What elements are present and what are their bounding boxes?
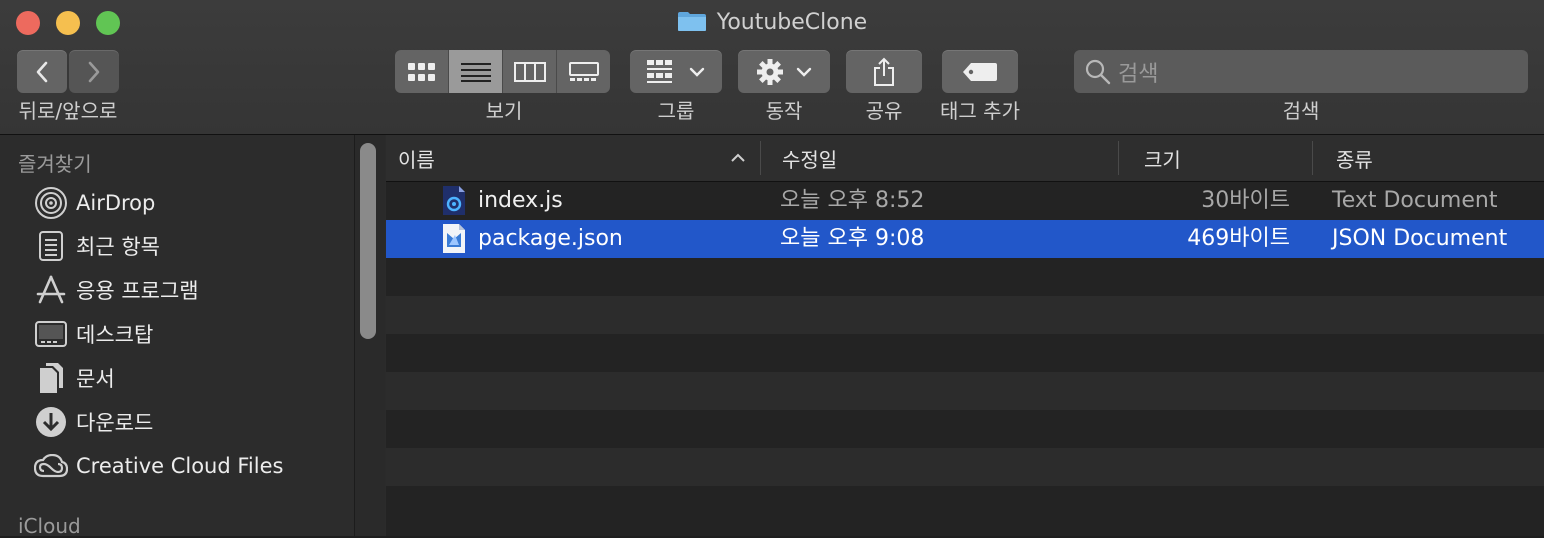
chevron-left-icon <box>36 61 48 82</box>
share-label: 공유 <box>865 99 903 123</box>
sidebar-item-recents[interactable]: 최근 항목 <box>34 228 160 264</box>
list-icon <box>460 62 491 82</box>
window-title-text: YoutubeClone <box>716 10 868 35</box>
file-kind: JSON Document <box>1332 226 1508 251</box>
column-separator[interactable] <box>760 141 761 175</box>
add-tag-button[interactable] <box>942 50 1018 93</box>
file-size: 30바이트 <box>1201 188 1290 213</box>
empty-row <box>386 486 1544 524</box>
view-segmented-control <box>395 50 610 93</box>
empty-row <box>386 334 1544 372</box>
file-kind: Text Document <box>1332 188 1498 213</box>
file-row-package-json[interactable]: package.json 오늘 오후 9:08 469바이트 JSON Docu… <box>386 220 1544 258</box>
sidebar-item-label: 최근 항목 <box>76 235 160 259</box>
sidebar-section-icloud: iCloud <box>18 514 81 538</box>
file-size: 469바이트 <box>1187 226 1290 251</box>
search-icon <box>1085 59 1111 84</box>
chevron-right-icon <box>88 61 100 82</box>
share-button[interactable] <box>846 50 922 93</box>
tag-icon <box>963 62 997 81</box>
column-header-date[interactable]: 수정일 <box>782 135 837 181</box>
view-label: 보기 <box>485 99 523 123</box>
desktop-icon <box>34 317 68 351</box>
column-separator[interactable] <box>1312 141 1313 175</box>
action-label: 동작 <box>765 99 803 123</box>
search-field[interactable]: 검색 <box>1074 50 1528 93</box>
group-icon <box>647 59 672 83</box>
empty-row <box>386 372 1544 410</box>
chevron-down-icon <box>796 67 812 77</box>
forward-button[interactable] <box>69 50 119 93</box>
window-title: YoutubeClone <box>0 8 1544 38</box>
sidebar-item-label: AirDrop <box>76 191 156 215</box>
empty-row <box>386 410 1544 448</box>
sidebar-item-label: 데스크탑 <box>76 323 154 347</box>
finder-window: YoutubeClone 뒤로/앞으로 보기 그룹 동작 공유 태그 추가 검색… <box>0 0 1544 538</box>
search-label: 검색 <box>1282 99 1320 123</box>
share-icon <box>874 57 894 86</box>
empty-row <box>386 258 1544 296</box>
column-header-date-label: 수정일 <box>782 147 838 172</box>
column-separator[interactable] <box>1118 141 1119 175</box>
back-button[interactable] <box>17 50 67 93</box>
nav-label: 뒤로/앞으로 <box>18 99 118 123</box>
file-name: package.json <box>478 226 623 251</box>
columns-icon <box>513 61 546 82</box>
column-header-kind-label: 종류 <box>1336 147 1373 172</box>
search-placeholder: 검색 <box>1118 61 1159 87</box>
sidebar-section-favorites: 즐겨찾기 <box>18 152 92 176</box>
sidebar-item-desktop[interactable]: 데스크탑 <box>34 316 153 352</box>
sidebar-scrollbar-thumb[interactable] <box>360 143 376 339</box>
column-header-size-label: 크기 <box>1144 147 1181 172</box>
column-header-name-label: 이름 <box>398 147 435 172</box>
sidebar-item-documents[interactable]: 문서 <box>34 360 115 396</box>
sidebar-item-applications[interactable]: 응용 프로그램 <box>34 272 199 308</box>
list-view-button[interactable] <box>449 50 503 93</box>
list-rows: index.js 오늘 오후 8:52 30바이트 Text Document … <box>386 182 1544 524</box>
sidebar-item-label: 다운로드 <box>76 411 154 435</box>
json-file-icon <box>443 224 465 253</box>
js-file-icon <box>443 186 465 215</box>
chevron-down-icon <box>689 67 705 77</box>
sidebar-item-creative-cloud[interactable]: Creative Cloud Files <box>34 448 283 484</box>
column-header-size[interactable]: 크기 <box>1144 135 1181 181</box>
list-header: 이름 수정일 크기 종류 <box>386 135 1544 182</box>
recents-icon <box>34 229 68 263</box>
sidebar-item-label: Creative Cloud Files <box>76 454 284 478</box>
sort-ascending-icon <box>731 153 745 162</box>
group-label: 그룹 <box>657 99 695 123</box>
action-button[interactable] <box>738 50 830 93</box>
toolbar: YoutubeClone 뒤로/앞으로 보기 그룹 동작 공유 태그 추가 검색… <box>0 0 1544 135</box>
file-name: index.js <box>478 188 563 213</box>
column-view-button[interactable] <box>503 50 557 93</box>
sidebar-item-airdrop[interactable]: AirDrop <box>34 185 155 221</box>
file-list: 이름 수정일 크기 종류 index.js 오늘 오후 8:52 30바이트 T… <box>386 135 1544 536</box>
file-date: 오늘 오후 9:08 <box>780 226 925 251</box>
folder-icon <box>677 12 706 31</box>
file-date: 오늘 오후 8:52 <box>780 188 925 213</box>
empty-row <box>386 448 1544 486</box>
column-header-kind[interactable]: 종류 <box>1336 135 1373 181</box>
gallery-icon <box>568 61 599 81</box>
file-row-index-js[interactable]: index.js 오늘 오후 8:52 30바이트 Text Document <box>386 182 1544 220</box>
downloads-icon <box>34 405 68 439</box>
sidebar-item-downloads[interactable]: 다운로드 <box>34 404 153 440</box>
airdrop-icon <box>34 186 68 220</box>
documents-icon <box>34 361 68 395</box>
applications-icon <box>34 273 68 307</box>
gallery-view-button[interactable] <box>557 50 610 93</box>
empty-row <box>386 296 1544 334</box>
tag-label: 태그 추가 <box>940 99 1020 123</box>
group-button[interactable] <box>630 50 722 93</box>
icon-view-button[interactable] <box>395 50 449 93</box>
creative-cloud-icon <box>34 449 68 483</box>
sidebar-item-label: 응용 프로그램 <box>76 279 199 303</box>
sidebar: 즐겨찾기 AirDrop 최근 항목 응용 프로그램 데스크탑 문서 다운로드 … <box>0 135 385 538</box>
sidebar-item-label: 문서 <box>76 367 115 391</box>
column-header-name[interactable]: 이름 <box>398 135 758 181</box>
grid-icon <box>407 62 435 81</box>
gear-icon <box>757 58 783 85</box>
